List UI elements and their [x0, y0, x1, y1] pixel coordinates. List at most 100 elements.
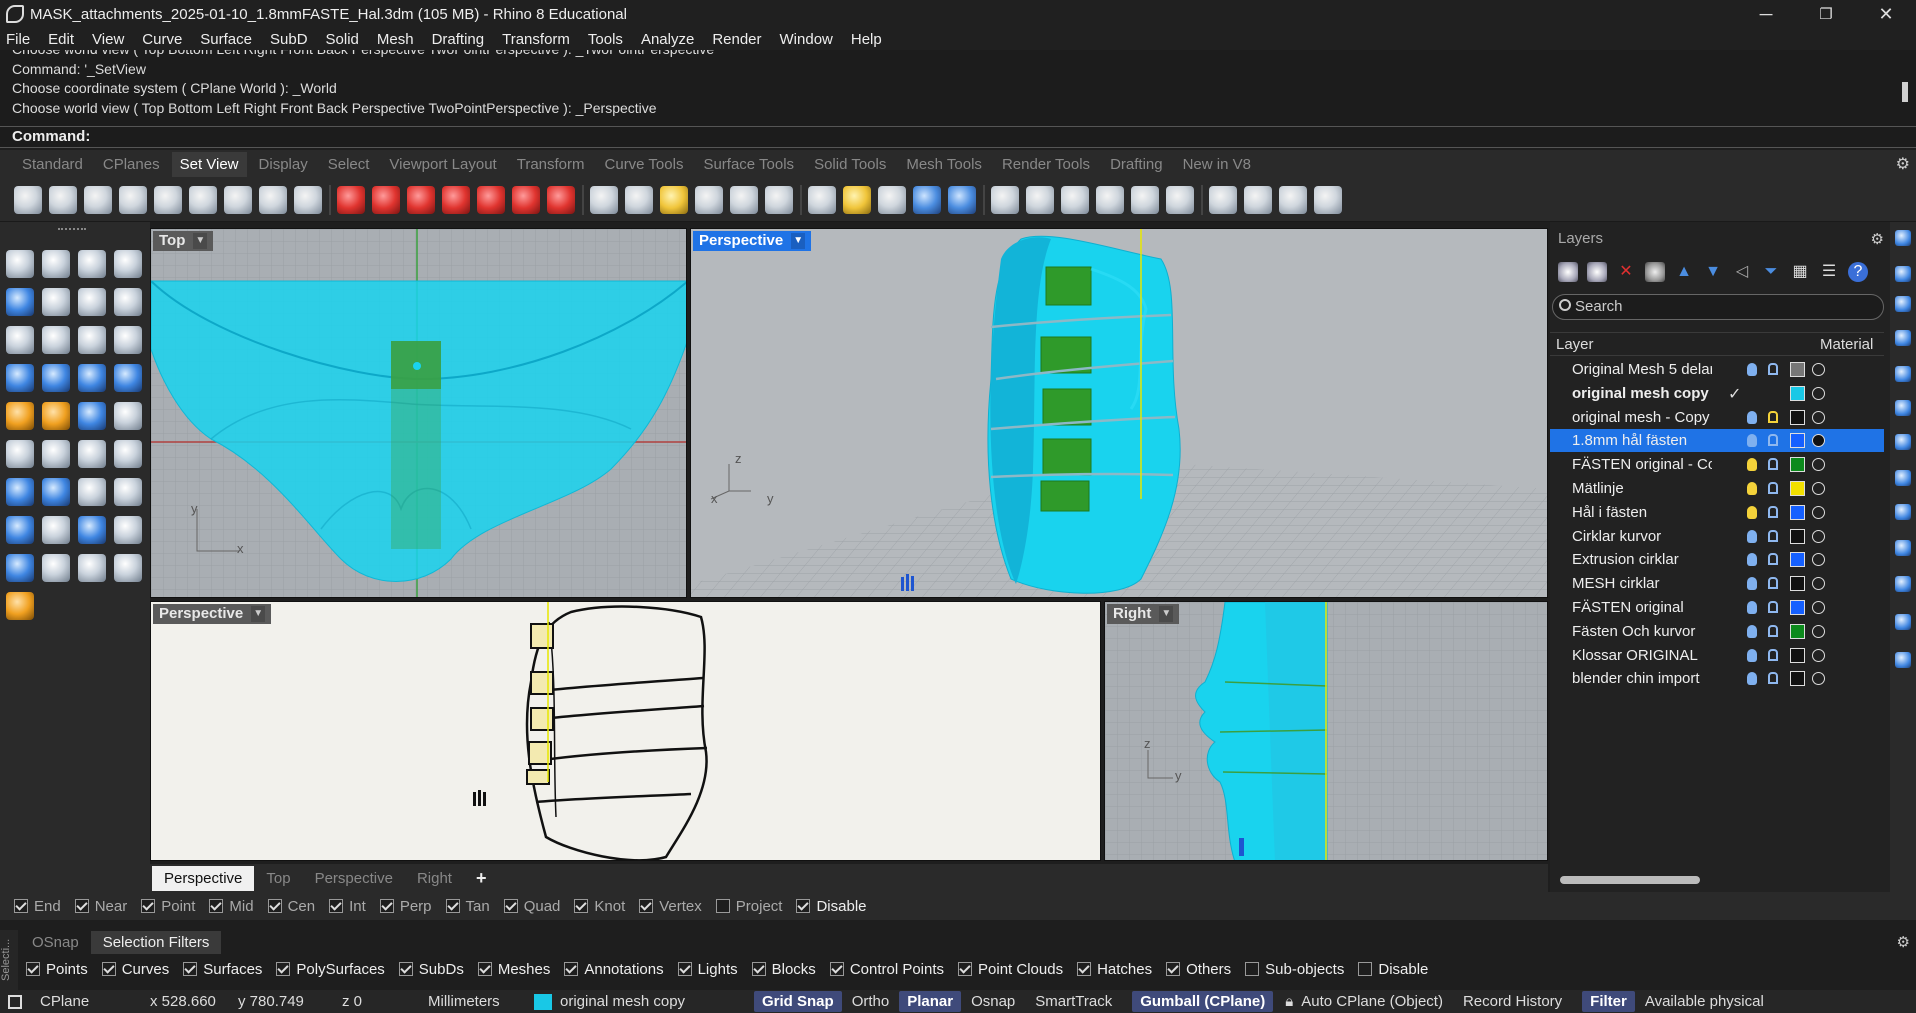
- viewport-label-perspective[interactable]: Perspective ▼: [693, 231, 812, 251]
- layer-color-swatch[interactable]: [1790, 385, 1805, 401]
- layers-settings-gear-icon[interactable]: ⚙: [1871, 230, 1884, 248]
- car-left-view-icon[interactable]: [407, 185, 435, 214]
- toolbar-tab-display[interactable]: Display: [259, 156, 308, 173]
- move-icon[interactable]: [42, 478, 70, 506]
- current-layer-swatch[interactable]: [534, 993, 552, 1010]
- filter-hatches[interactable]: Hatches: [1077, 961, 1152, 978]
- layer-row[interactable]: Original Mesh 5 delar: [1550, 358, 1884, 381]
- set-camera-icon[interactable]: [878, 185, 906, 214]
- menu-render[interactable]: Render: [712, 31, 761, 48]
- group-icon[interactable]: [6, 440, 34, 468]
- car-top-view-icon[interactable]: [477, 185, 505, 214]
- menu-edit[interactable]: Edit: [48, 31, 74, 48]
- visibility-bulb-icon[interactable]: [1747, 529, 1757, 543]
- ortho-toggle[interactable]: Ortho: [852, 993, 890, 1010]
- join-icon[interactable]: [42, 402, 70, 430]
- toolbar-tab-set-view[interactable]: Set View: [171, 151, 247, 177]
- lock-icon[interactable]: 🔒︎: [1285, 993, 1293, 1010]
- material-icon[interactable]: [1812, 601, 1825, 614]
- boolean-icon[interactable]: [78, 402, 106, 430]
- viewport-tab-top[interactable]: Top: [254, 866, 302, 891]
- checkbox[interactable]: [26, 962, 40, 976]
- osnap-project[interactable]: Project: [715, 898, 782, 915]
- viewport-menu-chevron-icon[interactable]: ▼: [193, 233, 208, 249]
- material-icon[interactable]: [1812, 410, 1825, 424]
- toolbar-tab-render-tools[interactable]: Render Tools: [1002, 156, 1090, 173]
- car-front-view-icon[interactable]: [337, 185, 365, 214]
- turntable-360-icon[interactable]: [1209, 185, 1237, 214]
- layer-color-swatch[interactable]: [1790, 481, 1805, 496]
- layer-row[interactable]: Mätlinje: [1550, 477, 1884, 500]
- display-icon[interactable]: [1895, 330, 1911, 346]
- textures-icon[interactable]: [1895, 504, 1911, 520]
- circle-icon[interactable]: [6, 288, 34, 316]
- trim-icon[interactable]: [78, 440, 106, 468]
- menu-tools[interactable]: Tools: [588, 31, 623, 48]
- place-camera-icon[interactable]: [991, 185, 1019, 214]
- layer-row[interactable]: FÄSTEN original: [1550, 596, 1884, 619]
- layer-filter-off-icon[interactable]: [1645, 262, 1665, 282]
- named-views-icon[interactable]: [660, 185, 688, 214]
- status-current-layer[interactable]: original mesh copy: [560, 993, 754, 1010]
- polygon-icon[interactable]: [6, 326, 34, 354]
- delete-layer-icon[interactable]: ✕: [1616, 262, 1636, 282]
- osnap-point[interactable]: Point: [141, 898, 195, 915]
- visibility-bulb-icon[interactable]: [1747, 482, 1757, 495]
- help-panel-icon[interactable]: [1895, 400, 1911, 416]
- filter-disable[interactable]: Disable: [1358, 961, 1428, 978]
- layer-color-swatch[interactable]: [1790, 671, 1805, 687]
- status-units[interactable]: Millimeters: [428, 993, 534, 1010]
- checkbox[interactable]: [101, 962, 116, 976]
- checkbox[interactable]: [445, 899, 460, 913]
- filter-lights[interactable]: Lights: [677, 961, 738, 978]
- checkbox[interactable]: [276, 962, 291, 976]
- layer-row[interactable]: Extrusion cirklar: [1550, 548, 1884, 571]
- toolbar-tab-select[interactable]: Select: [328, 156, 370, 173]
- move-to-parent-icon[interactable]: ◁: [1732, 262, 1752, 282]
- layers-panel-icon[interactable]: [1895, 266, 1911, 282]
- two-point-perspective-icon[interactable]: [765, 185, 793, 214]
- lock-icon[interactable]: [1768, 363, 1778, 375]
- visibility-bulb-icon[interactable]: [1747, 601, 1757, 614]
- grid-snap-toggle[interactable]: Grid Snap: [754, 991, 842, 1012]
- viewport-top[interactable]: y x Top ▼: [150, 228, 687, 598]
- lock-icon[interactable]: [1768, 410, 1778, 423]
- layer-color-swatch[interactable]: [1790, 552, 1805, 568]
- viewport-tab-perspective-2[interactable]: Perspective: [303, 866, 405, 891]
- target-crosshair-icon[interactable]: [1314, 185, 1342, 214]
- material-icon[interactable]: [1812, 458, 1825, 472]
- viewport-perspective[interactable]: z x y Perspective ▼: [690, 228, 1548, 598]
- filter-icon[interactable]: ⏷: [1761, 262, 1781, 282]
- rectangle-icon[interactable]: [114, 288, 142, 316]
- checkbox[interactable]: [829, 962, 844, 976]
- satellite-view-icon[interactable]: [1131, 185, 1159, 214]
- block-icon[interactable]: [6, 516, 34, 544]
- zoom-icon[interactable]: [84, 185, 112, 214]
- osnap-tan[interactable]: Tan: [445, 898, 490, 915]
- lock-icon[interactable]: [1768, 482, 1778, 494]
- material-icon[interactable]: [1812, 434, 1825, 448]
- point-icon[interactable]: [42, 250, 70, 278]
- visibility-bulb-icon[interactable]: [1747, 505, 1757, 519]
- checkbox[interactable]: [715, 899, 730, 913]
- move-down-icon[interactable]: ▼: [1703, 262, 1723, 282]
- checkbox[interactable]: [267, 899, 282, 913]
- toolbar-tab-cplanes[interactable]: CPlanes: [103, 156, 160, 173]
- minimize-button[interactable]: ─: [1736, 0, 1796, 28]
- layer-row[interactable]: MESH cirklar: [1550, 572, 1884, 595]
- viewport-menu-chevron-icon[interactable]: ▼: [1159, 606, 1174, 622]
- smarttrack-toggle[interactable]: SmartTrack: [1035, 993, 1112, 1010]
- arc-icon[interactable]: [78, 288, 106, 316]
- checkbox[interactable]: [1166, 962, 1181, 976]
- toolbar-tab-new-in-v8[interactable]: New in V8: [1183, 156, 1251, 173]
- checkbox[interactable]: [1077, 962, 1092, 976]
- undo-view-icon[interactable]: [224, 185, 252, 214]
- array-icon[interactable]: [78, 478, 106, 506]
- layer-row[interactable]: Fästen Och kurvor: [1550, 620, 1884, 643]
- walkabout-icon[interactable]: [1244, 185, 1272, 214]
- zoom-out-icon[interactable]: [259, 185, 287, 214]
- cylinder-icon[interactable]: [78, 364, 106, 392]
- osnap-mid[interactable]: Mid: [209, 898, 254, 915]
- zoom-extents-icon[interactable]: [119, 185, 147, 214]
- filter-points[interactable]: Points: [26, 961, 88, 978]
